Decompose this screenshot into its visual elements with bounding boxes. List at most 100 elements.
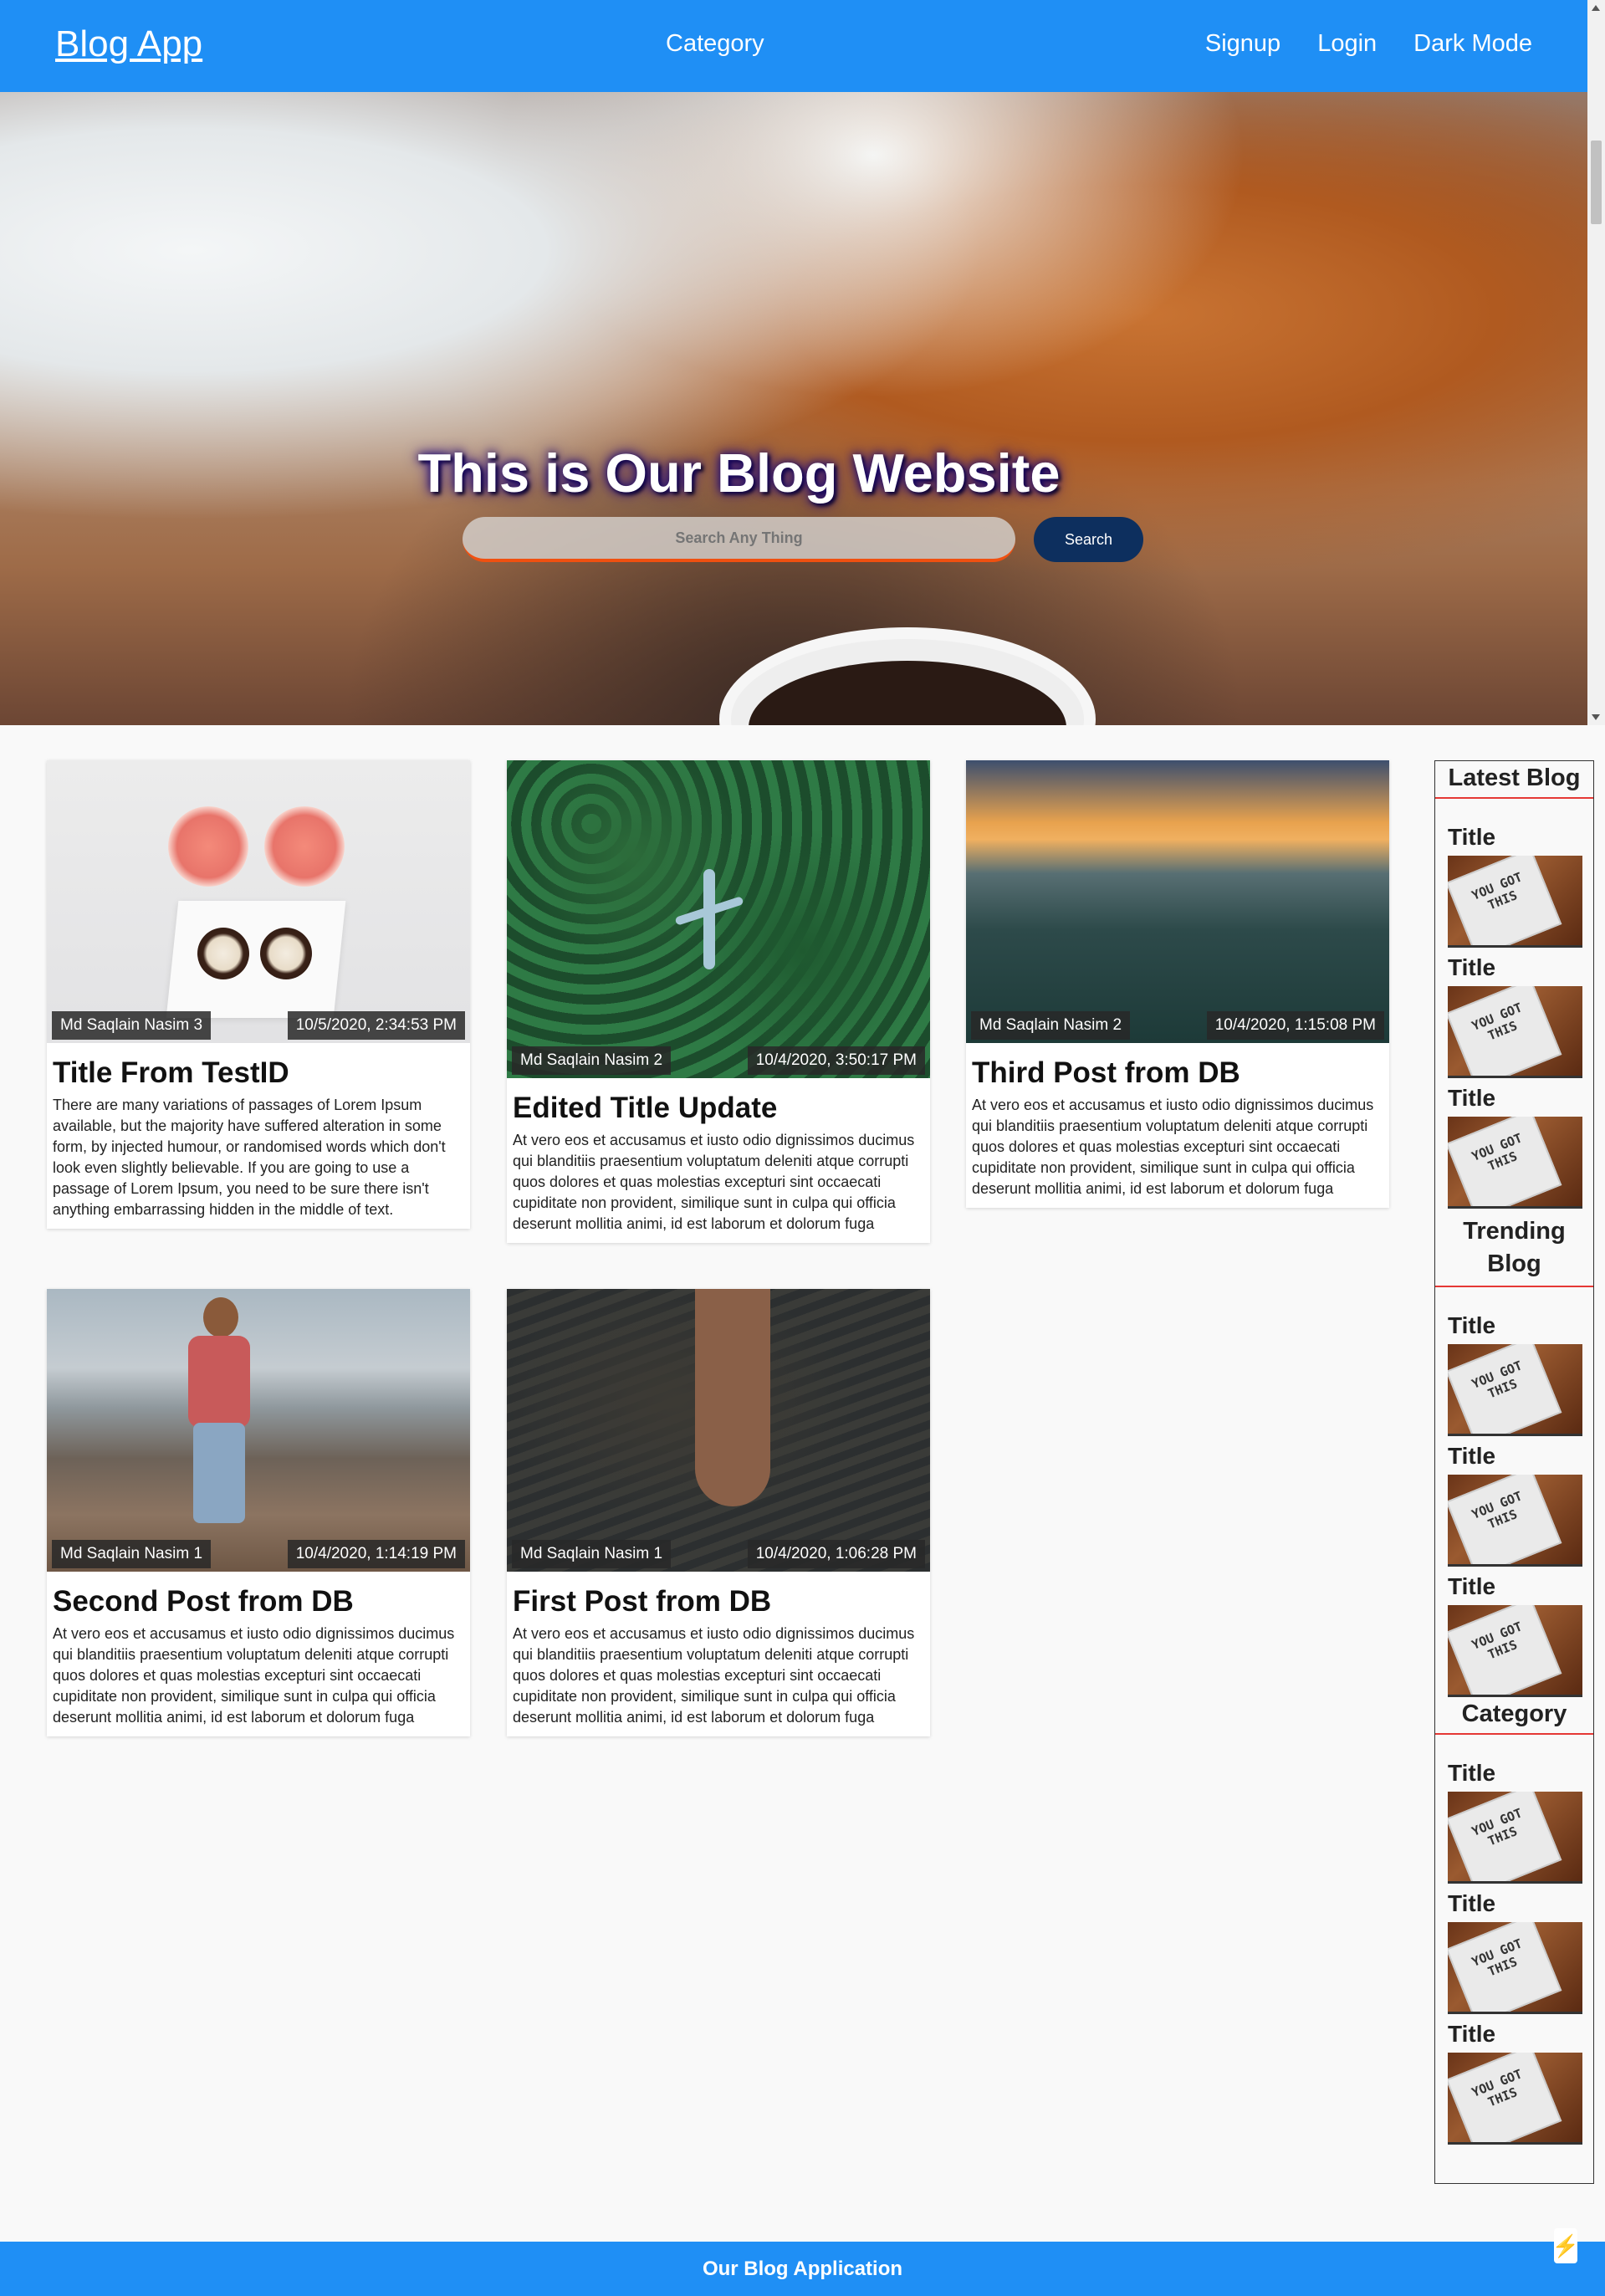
post-image: Md Saqlain Nasim 1 10/4/2020, 1:06:28 PM (507, 1289, 930, 1572)
post-body: At vero eos et accusamus et iusto odio d… (53, 1625, 455, 1726)
post-body: At vero eos et accusamus et iusto odio d… (513, 1132, 915, 1232)
post-body: At vero eos et accusamus et iusto odio d… (972, 1097, 1374, 1197)
post-image: Md Saqlain Nasim 1 10/4/2020, 1:14:19 PM (47, 1289, 470, 1572)
sidebar-item-image: YOU GOT THIS (1448, 1117, 1582, 1209)
dessert-image (260, 928, 312, 979)
footer-text: Our Blog Application (702, 2258, 903, 2280)
footer: Our Blog Application (0, 2242, 1605, 2296)
thumb-text: YOU GOT THIS (1448, 2053, 1562, 2142)
dark-mode-link[interactable]: Dark Mode (1413, 30, 1532, 58)
sidebar-item[interactable]: Title YOU GOT THIS (1435, 2014, 1593, 2145)
post-body: There are many variations of passages of… (53, 1097, 446, 1218)
search-input[interactable] (463, 517, 1015, 562)
signup-link[interactable]: Signup (1205, 30, 1280, 58)
sidebar-item-image: YOU GOT THIS (1448, 1922, 1582, 2014)
navbar: Blog App Category Signup Login Dark Mode (0, 0, 1587, 92)
post-date: 10/4/2020, 3:50:17 PM (747, 1046, 925, 1075)
drink-image (168, 806, 248, 887)
thumb-text: YOU GOT THIS (1448, 1475, 1562, 1564)
sidebar-heading-latest: Latest Blog (1435, 761, 1593, 799)
airplane-image (703, 869, 715, 969)
sidebar-item-title[interactable]: Title (1448, 1436, 1581, 1475)
post-title[interactable]: Second Post from DB (47, 1572, 470, 1624)
lightning-icon[interactable]: ⚡ (1552, 2228, 1579, 2263)
hero-title: This is Our Blog Website (417, 442, 1061, 504)
sidebar-item[interactable]: Title YOU GOT THIS (1435, 817, 1593, 948)
sidebar-item[interactable]: Title YOU GOT THIS (1435, 1753, 1593, 1884)
sidebar-item[interactable]: Title YOU GOT THIS (1435, 1567, 1593, 1697)
sidebar-item-image: YOU GOT THIS (1448, 2053, 1582, 2145)
sidebar-item-title[interactable]: Title (1448, 1884, 1581, 1922)
scrollbar-thumb[interactable] (1591, 141, 1602, 224)
post-author: Md Saqlain Nasim 2 (512, 1046, 672, 1075)
post-title[interactable]: Title From TestID (47, 1043, 470, 1095)
post-date: 10/4/2020, 1:15:08 PM (1206, 1011, 1384, 1040)
post-card[interactable]: Md Saqlain Nasim 3 10/5/2020, 2:34:53 PM… (47, 760, 470, 1229)
nav-right-links: Signup Login Dark Mode (1205, 30, 1532, 58)
post-author: Md Saqlain Nasim 1 (52, 1540, 212, 1568)
post-card[interactable]: Md Saqlain Nasim 1 10/4/2020, 1:06:28 PM… (507, 1289, 930, 1736)
thumb-text: YOU GOT THIS (1448, 1792, 1562, 1881)
child-head (203, 1297, 238, 1337)
dessert-image (197, 928, 249, 979)
post-author: Md Saqlain Nasim 1 (512, 1540, 672, 1568)
child-image (185, 1297, 252, 1548)
sidebar-item-title[interactable]: Title (1448, 948, 1581, 986)
sidebar-heading-trending: Trending Blog (1435, 1209, 1593, 1287)
child-shirt (188, 1336, 250, 1428)
sidebar-item-title[interactable]: Title (1448, 1078, 1581, 1117)
post-title[interactable]: Third Post from DB (966, 1043, 1389, 1095)
search-button[interactable]: Search (1034, 517, 1143, 562)
thumb-text: YOU GOT THIS (1448, 1117, 1562, 1206)
sidebar-item-title[interactable]: Title (1448, 2014, 1581, 2053)
sidebar-item-image: YOU GOT THIS (1448, 856, 1582, 948)
post-image: Md Saqlain Nasim 2 10/4/2020, 1:15:08 PM (966, 760, 1389, 1043)
post-date: 10/5/2020, 2:34:53 PM (287, 1011, 465, 1040)
post-author: Md Saqlain Nasim 2 (971, 1011, 1131, 1040)
sidebar-item-image: YOU GOT THIS (1448, 1344, 1582, 1436)
sidebar-item-title[interactable]: Title (1448, 1753, 1581, 1792)
sidebar-item[interactable]: Title YOU GOT THIS (1435, 1078, 1593, 1209)
post-body: At vero eos et accusamus et iusto odio d… (513, 1625, 915, 1726)
post-title[interactable]: Edited Title Update (507, 1078, 930, 1130)
sidebar-item-image: YOU GOT THIS (1448, 1475, 1582, 1567)
sidebar-item[interactable]: Title YOU GOT THIS (1435, 948, 1593, 1078)
post-author: Md Saqlain Nasim 3 (52, 1011, 212, 1040)
post-date: 10/4/2020, 1:14:19 PM (287, 1540, 465, 1568)
child-pants (193, 1423, 245, 1523)
thumb-text: YOU GOT THIS (1448, 1344, 1562, 1434)
sidebar-item-title[interactable]: Title (1448, 1567, 1581, 1605)
post-date: 10/4/2020, 1:06:28 PM (747, 1540, 925, 1568)
scroll-down-icon[interactable] (1592, 714, 1600, 720)
hero-banner: This is Our Blog Website Search ⚡ (0, 92, 1587, 725)
thumb-text: YOU GOT THIS (1448, 1605, 1562, 1695)
pier-image (695, 1289, 770, 1506)
sidebar-item-image: YOU GOT THIS (1448, 1792, 1582, 1884)
sidebar-item[interactable]: Title YOU GOT THIS (1435, 1884, 1593, 2014)
scroll-up-icon[interactable] (1592, 5, 1600, 11)
brand-link[interactable]: Blog App (55, 23, 202, 65)
post-image: Md Saqlain Nasim 2 10/4/2020, 3:50:17 PM (507, 760, 930, 1078)
post-title[interactable]: First Post from DB (507, 1572, 930, 1624)
nav-category-link[interactable]: Category (666, 30, 764, 58)
post-card[interactable]: Md Saqlain Nasim 1 10/4/2020, 1:14:19 PM… (47, 1289, 470, 1736)
thumb-text: YOU GOT THIS (1448, 856, 1562, 945)
sidebar-item[interactable]: Title YOU GOT THIS (1435, 1436, 1593, 1567)
sidebar: Latest Blog Title YOU GOT THIS Title YOU… (1434, 760, 1594, 2184)
sidebar-item-title[interactable]: Title (1448, 1306, 1581, 1344)
sidebar-item[interactable]: Title YOU GOT THIS (1435, 1306, 1593, 1436)
login-link[interactable]: Login (1317, 30, 1377, 58)
post-image: Md Saqlain Nasim 3 10/5/2020, 2:34:53 PM (47, 760, 470, 1043)
sidebar-item-image: YOU GOT THIS (1448, 1605, 1582, 1697)
plate-image (166, 901, 346, 1018)
post-card[interactable]: Md Saqlain Nasim 2 10/4/2020, 3:50:17 PM… (507, 760, 930, 1243)
post-card[interactable]: Md Saqlain Nasim 2 10/4/2020, 1:15:08 PM… (966, 760, 1389, 1208)
sidebar-item-image: YOU GOT THIS (1448, 986, 1582, 1078)
sidebar-heading-category: Category (1435, 1697, 1593, 1735)
page-scrollbar[interactable] (1587, 0, 1605, 725)
sidebar-item-title[interactable]: Title (1448, 817, 1581, 856)
thumb-text: YOU GOT THIS (1448, 1922, 1562, 2012)
